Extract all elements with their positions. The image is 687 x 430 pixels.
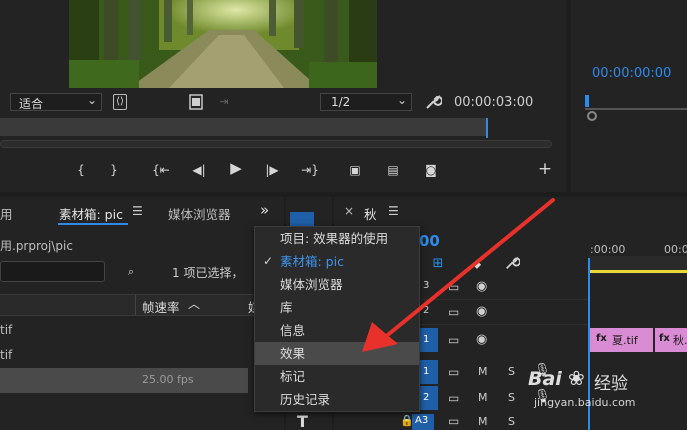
paw-icon: ❀ — [568, 366, 585, 390]
watermark-brand-cn: 经验 — [594, 374, 628, 394]
watermark-url: jingyan.baidu.com — [534, 396, 636, 409]
watermark-brand: Bai — [528, 368, 562, 390]
baidu-watermark: Bai ❀ 经验 jingyan.baidu.com — [528, 366, 684, 414]
